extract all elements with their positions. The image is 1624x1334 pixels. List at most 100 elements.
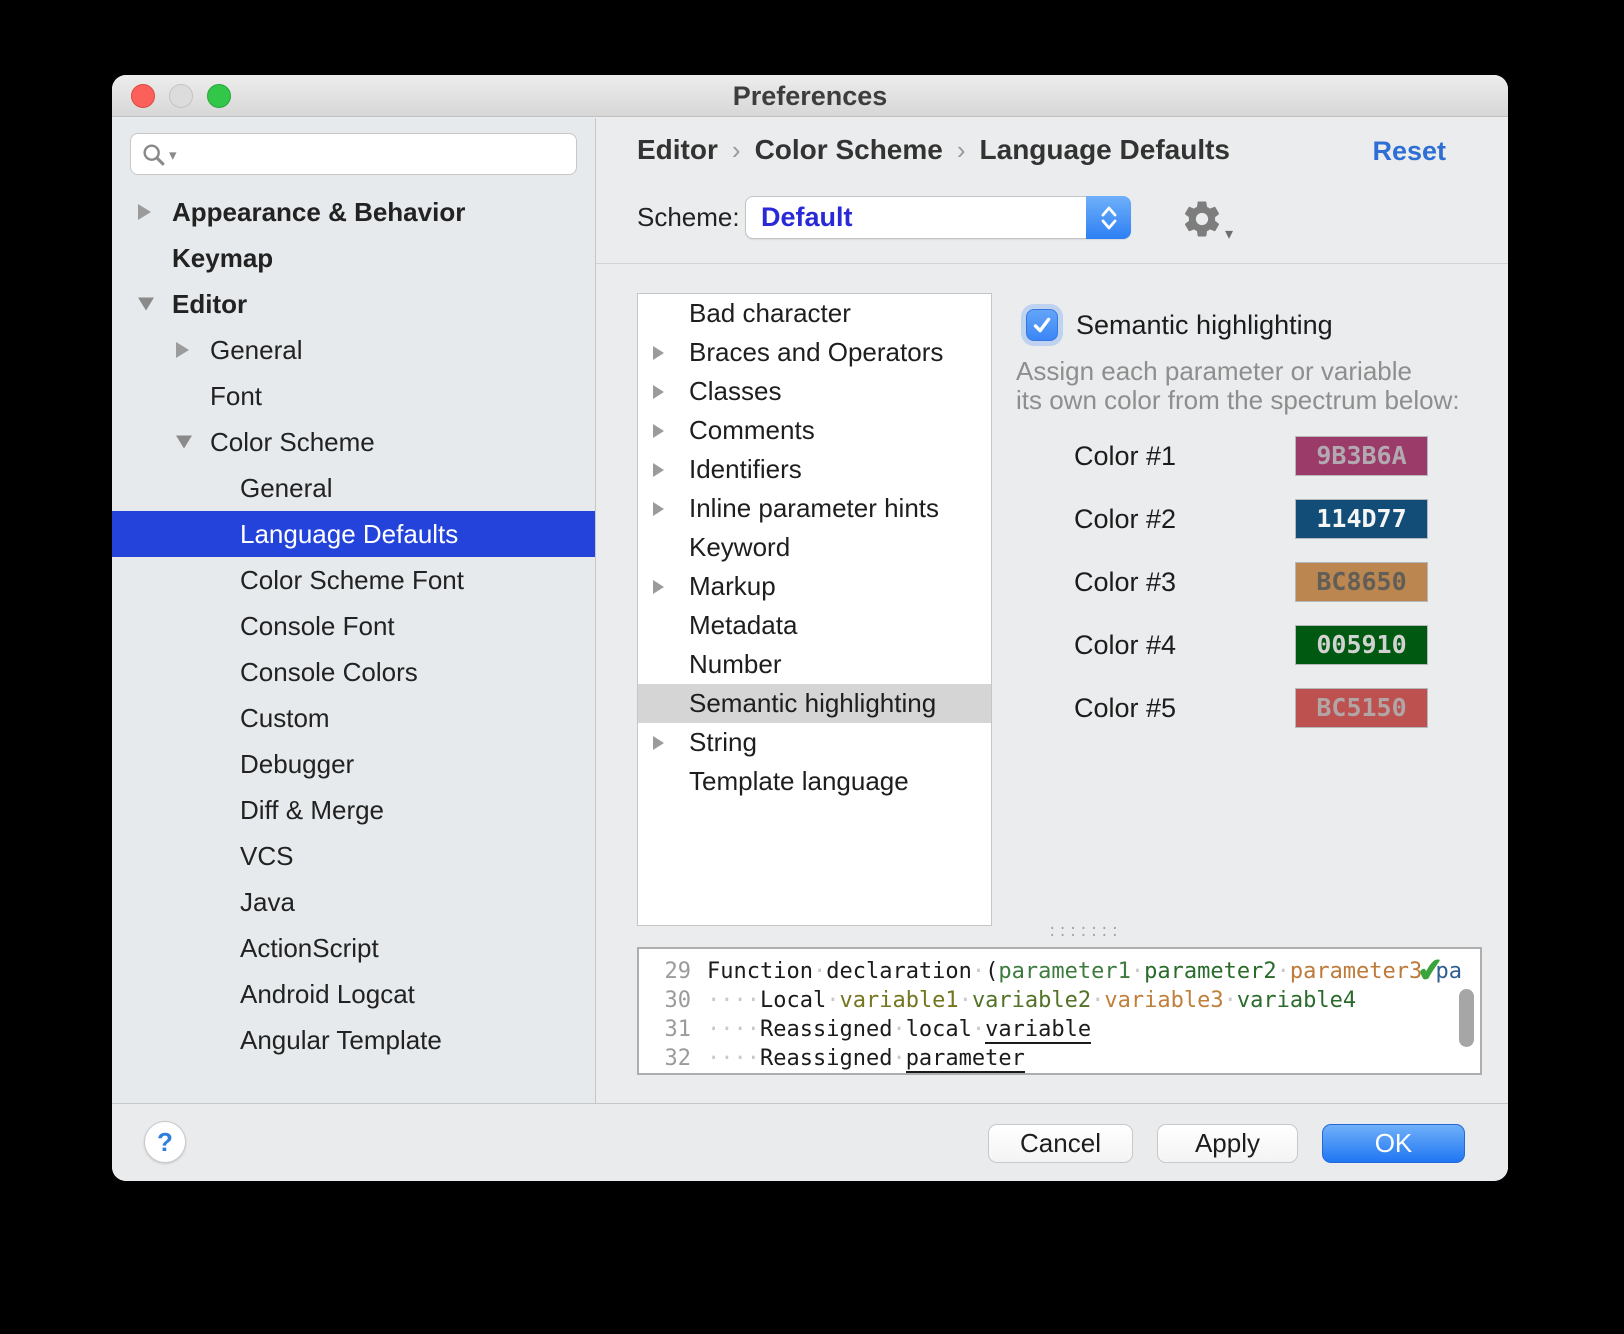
code-token: parameter1 xyxy=(998,959,1130,984)
option-item-label: Bad character xyxy=(689,298,851,328)
color-label: Color #5 xyxy=(1074,688,1176,728)
breadcrumb-item-language-defaults[interactable]: Language Defaults xyxy=(980,134,1230,166)
sidebar-item-color-scheme-font[interactable]: Color Scheme Font xyxy=(112,557,595,603)
dropdown-stepper-icon[interactable] xyxy=(1086,196,1131,239)
sidebar-item-keymap[interactable]: Keymap xyxy=(112,235,595,281)
apply-button[interactable]: Apply xyxy=(1157,1124,1298,1163)
sidebar-item-vcs[interactable]: VCS xyxy=(112,833,595,879)
sidebar-item-label: Diff & Merge xyxy=(240,795,384,825)
sidebar-item-general[interactable]: General xyxy=(112,465,595,511)
scheme-value: Default xyxy=(761,197,853,238)
sidebar-item-console-colors[interactable]: Console Colors xyxy=(112,649,595,695)
minimize-button[interactable] xyxy=(169,84,193,108)
sidebar-item-label: Android Logcat xyxy=(240,979,415,1009)
search-filter-caret-icon[interactable]: ▾ xyxy=(169,146,177,164)
chevron-collapsed-icon[interactable] xyxy=(653,346,664,360)
sidebar-item-angular-template[interactable]: Angular Template xyxy=(112,1017,595,1063)
zoom-button[interactable] xyxy=(207,84,231,108)
code-text: ····Reassigned·parameter xyxy=(707,1044,1025,1073)
sidebar-item-actionscript[interactable]: ActionScript xyxy=(112,925,595,971)
option-item-markup[interactable]: Markup xyxy=(638,567,991,606)
option-item-semantic-highlighting[interactable]: Semantic highlighting xyxy=(638,684,991,723)
option-item-number[interactable]: Number xyxy=(638,645,991,684)
title-bar[interactable]: Preferences xyxy=(112,75,1508,117)
sidebar-item-java[interactable]: Java xyxy=(112,879,595,925)
option-item-keyword[interactable]: Keyword xyxy=(638,528,991,567)
sidebar-item-label: Color Scheme xyxy=(210,427,375,457)
line-number: 29 xyxy=(639,957,691,986)
sidebar-item-color-scheme[interactable]: Color Scheme xyxy=(112,419,595,465)
code-token: · xyxy=(1224,988,1237,1013)
option-item-braces-and-operators[interactable]: Braces and Operators xyxy=(638,333,991,372)
color-swatch[interactable]: 114D77 xyxy=(1295,499,1428,539)
code-token: parameter3 xyxy=(1290,959,1422,984)
semantic-highlighting-checkbox[interactable] xyxy=(1026,309,1058,341)
sidebar-item-language-defaults[interactable]: Language Defaults xyxy=(112,511,595,557)
option-item-identifiers[interactable]: Identifiers xyxy=(638,450,991,489)
sidebar-item-appearance-behavior[interactable]: Appearance & Behavior xyxy=(112,189,595,235)
option-item-label: Keyword xyxy=(689,532,790,562)
option-item-label: Template language xyxy=(689,766,909,796)
sidebar-item-android-logcat[interactable]: Android Logcat xyxy=(112,971,595,1017)
sidebar-item-label: Editor xyxy=(172,289,247,319)
splitter-handle[interactable]: ·············· xyxy=(1048,926,1094,940)
code-token: Function xyxy=(707,959,813,984)
option-item-label: Inline parameter hints xyxy=(689,493,939,523)
breadcrumb-item-editor[interactable]: Editor xyxy=(637,134,718,166)
option-item-classes[interactable]: Classes xyxy=(638,372,991,411)
sidebar-item-label: Font xyxy=(210,381,262,411)
sidebar-item-diff-merge[interactable]: Diff & Merge xyxy=(112,787,595,833)
chevron-collapsed-icon[interactable] xyxy=(653,580,664,594)
code-token: · xyxy=(959,988,972,1013)
color-swatch[interactable]: BC8650 xyxy=(1295,562,1428,602)
sidebar-item-editor[interactable]: Editor xyxy=(112,281,595,327)
cancel-button[interactable]: Cancel xyxy=(988,1124,1133,1163)
close-button[interactable] xyxy=(131,84,155,108)
sidebar-item-custom[interactable]: Custom xyxy=(112,695,595,741)
chevron-collapsed-icon[interactable] xyxy=(653,424,664,438)
option-item-comments[interactable]: Comments xyxy=(638,411,991,450)
sidebar-item-label: Angular Template xyxy=(240,1025,442,1055)
color-row-color-2: Color #2114D77 xyxy=(1010,499,1482,539)
gear-icon[interactable]: ▾ xyxy=(1181,198,1225,242)
code-token: variable2 xyxy=(972,988,1091,1013)
help-button[interactable]: ? xyxy=(144,1121,186,1163)
option-item-template-language[interactable]: Template language xyxy=(638,762,991,801)
option-item-string[interactable]: String xyxy=(638,723,991,762)
sidebar-item-label: Console Colors xyxy=(240,657,418,687)
semantic-description: Assign each parameter or variable its ow… xyxy=(1016,357,1460,415)
color-swatch[interactable]: 9B3B6A xyxy=(1295,436,1428,476)
chevron-collapsed-icon[interactable] xyxy=(653,502,664,516)
chevron-expanded-icon[interactable] xyxy=(176,436,192,449)
code-token: parameter xyxy=(906,1046,1025,1073)
sidebar-item-label: Keymap xyxy=(172,243,273,273)
sidebar-item-general[interactable]: General xyxy=(112,327,595,373)
reset-link[interactable]: Reset xyxy=(1372,136,1446,167)
code-token: parameter2 xyxy=(1144,959,1276,984)
sidebar-item-label: Language Defaults xyxy=(240,519,458,549)
preview-scrollbar[interactable] xyxy=(1459,989,1474,1047)
chevron-collapsed-icon[interactable] xyxy=(653,736,664,750)
color-swatch[interactable]: 005910 xyxy=(1295,625,1428,665)
description-line-2: its own color from the spectrum below: xyxy=(1016,386,1460,415)
chevron-collapsed-icon[interactable] xyxy=(176,342,189,358)
chevron-collapsed-icon[interactable] xyxy=(138,204,151,220)
ok-button[interactable]: OK xyxy=(1322,1124,1465,1163)
chevron-collapsed-icon[interactable] xyxy=(653,385,664,399)
scheme-dropdown[interactable]: Default xyxy=(745,196,1131,239)
chevron-collapsed-icon[interactable] xyxy=(653,463,664,477)
code-token: · xyxy=(1277,959,1290,984)
sidebar-item-font[interactable]: Font xyxy=(112,373,595,419)
option-item-metadata[interactable]: Metadata xyxy=(638,606,991,645)
option-item-inline-parameter-hints[interactable]: Inline parameter hints xyxy=(638,489,991,528)
breadcrumb-item-color-scheme[interactable]: Color Scheme xyxy=(755,134,943,166)
code-token: ···· xyxy=(707,1017,760,1042)
option-item-bad-character[interactable]: Bad character xyxy=(638,294,991,333)
code-token: variable xyxy=(985,1017,1091,1044)
sidebar-item-debugger[interactable]: Debugger xyxy=(112,741,595,787)
chevron-expanded-icon[interactable] xyxy=(138,298,154,311)
search-input[interactable] xyxy=(130,133,577,175)
color-swatch[interactable]: BC5150 xyxy=(1295,688,1428,728)
sidebar-item-console-font[interactable]: Console Font xyxy=(112,603,595,649)
attribute-list: Bad character Braces and OperatorsClasses… xyxy=(637,293,992,926)
